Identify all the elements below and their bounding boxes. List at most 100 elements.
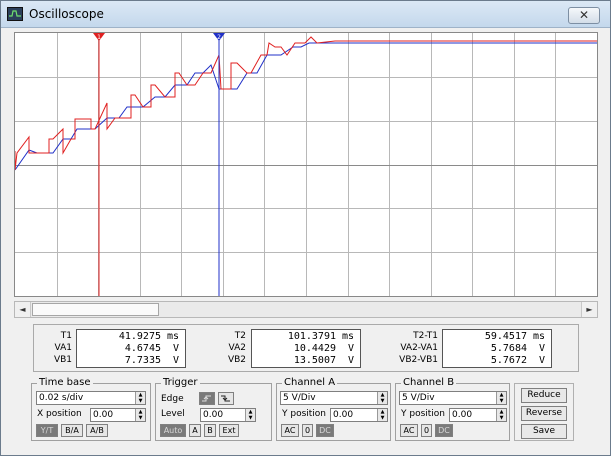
vb1-label: VB1 <box>53 355 72 365</box>
readout-box-1: 41.9275 ms 4.6745 V 7.7335 V <box>76 329 186 368</box>
channel-a-ypos-stepper[interactable]: 0.00 ▲ ▼ <box>330 408 388 422</box>
falling-edge-icon <box>221 395 230 402</box>
channel-b-zero-button[interactable]: 0 <box>421 424 432 437</box>
channel-b-ypos-value: 0.00 <box>452 410 473 420</box>
vb2-unit: V <box>347 355 354 366</box>
vb2-value: 13.5007 <box>293 355 336 366</box>
edge-label: Edge <box>161 394 184 404</box>
ba-button[interactable]: B/A <box>61 424 83 437</box>
trigger-b-button[interactable]: B <box>204 424 216 437</box>
channel-b-scale-value: 5 V/Div <box>402 393 435 403</box>
timebase-title: Time base <box>37 377 93 388</box>
close-button[interactable]: ✕ <box>568 7 600 24</box>
channel-b-ypos-down-button[interactable]: ▼ <box>497 415 506 421</box>
xpos-value: 0.00 <box>93 410 114 420</box>
timebase-group: Time base 0.02 s/div ▲ ▼ X position 0.00 … <box>31 377 151 441</box>
trigger-a-button[interactable]: A <box>189 424 201 437</box>
save-button[interactable]: Save <box>521 424 567 439</box>
xpos-label: X position <box>37 409 82 419</box>
channel-a-scale-value: 5 V/Div <box>283 393 316 403</box>
channel-a-ypos-down-button[interactable]: ▼ <box>378 415 387 421</box>
scope-plot: 1 2 <box>15 33 597 296</box>
channel-a-ypos-value: 0.00 <box>333 410 354 420</box>
channel-b-scale-select[interactable]: 5 V/Div ▲ ▼ <box>399 391 507 405</box>
vb2-label: VB2 <box>227 355 246 365</box>
va2-unit: V <box>347 343 354 354</box>
trigger-group: Trigger Edge Level 0.00 ▲ ▼ Auto A B Ext <box>155 377 272 441</box>
channel-b-dc-button[interactable]: DC <box>435 424 453 437</box>
readout-box-3: 59.4517 ms 5.7684 V 5.7672 V <box>442 329 552 368</box>
va1-unit: V <box>172 343 179 354</box>
t2-t1-value: 59.4517 <box>484 331 527 342</box>
vb1-unit: V <box>172 355 179 366</box>
vb2-vb1-label: VB2-VB1 <box>399 355 438 365</box>
grid <box>15 33 597 296</box>
level-stepper[interactable]: 0.00 ▲ ▼ <box>200 408 256 422</box>
t2-t1-label: T2-T1 <box>413 331 438 341</box>
falling-edge-button[interactable] <box>218 392 234 405</box>
cursor-readout-panel: T1 VA1 VB1 41.9275 ms 4.6745 V 7.7335 V T2 … <box>33 324 579 372</box>
va2-value: 10.4429 <box>293 343 336 354</box>
channel-a-zero-button[interactable]: 0 <box>302 424 313 437</box>
reverse-button[interactable]: Reverse <box>521 406 567 421</box>
va2-va1-unit: V <box>538 343 545 354</box>
ab-button[interactable]: A/B <box>86 424 108 437</box>
oscilloscope-icon <box>7 7 23 21</box>
channel-b-ypos-stepper[interactable]: 0.00 ▲ ▼ <box>449 408 507 422</box>
vb1-value: 7.7335 <box>124 355 161 366</box>
channel-a-title: Channel A <box>282 377 338 388</box>
title-bar[interactable]: Oscilloscope ✕ <box>1 1 610 28</box>
channel-b-title: Channel B <box>401 377 457 388</box>
timebase-value: 0.02 s/div <box>39 393 84 403</box>
reduce-button[interactable]: Reduce <box>521 388 567 403</box>
timebase-down-button[interactable]: ▼ <box>136 398 145 404</box>
t1-label: T1 <box>60 331 72 341</box>
cursor-1-label: 1 <box>97 34 101 41</box>
yt-button[interactable]: Y/T <box>36 424 58 437</box>
t1-unit: ms <box>166 331 179 342</box>
va2-label: VA2 <box>228 343 246 353</box>
channel-b-ypos-label: Y position <box>401 409 446 419</box>
timebase-select[interactable]: 0.02 s/div ▲ ▼ <box>36 391 146 405</box>
rising-edge-icon <box>202 395 211 402</box>
side-buttons-group: Reduce Reverse Save <box>514 383 574 441</box>
channel-a-ac-button[interactable]: AC <box>281 424 299 437</box>
va1-value: 4.6745 <box>124 343 161 354</box>
t1-value: 41.9275 <box>118 331 161 342</box>
scroll-thumb[interactable] <box>32 303 159 316</box>
channel-a-ypos-label: Y position <box>282 409 327 419</box>
client-area: 1 2 ◄ ► T1 VA1 VB1 41.9275 ms 4.6745 V 7.7… <box>6 29 605 451</box>
scroll-left-button[interactable]: ◄ <box>15 302 31 317</box>
trigger-title: Trigger <box>161 377 200 388</box>
cursor-2-label: 2 <box>217 34 221 41</box>
channel-b-group: Channel B 5 V/Div ▲ ▼ Y position 0.00 ▲ ▼ … <box>395 377 510 441</box>
rising-edge-button[interactable] <box>199 392 215 405</box>
channel-a-scale-down-button[interactable]: ▼ <box>378 398 387 404</box>
va2-va1-label: VA2-VA1 <box>400 343 438 353</box>
va1-label: VA1 <box>54 343 72 353</box>
channel-a-dc-button[interactable]: DC <box>316 424 334 437</box>
channel-a-group: Channel A 5 V/Div ▲ ▼ Y position 0.00 ▲ ▼ … <box>276 377 391 441</box>
time-scrollbar[interactable]: ◄ ► <box>14 301 598 318</box>
va2-va1-value: 5.7684 <box>490 343 527 354</box>
channel-a-scale-select[interactable]: 5 V/Div ▲ ▼ <box>280 391 388 405</box>
xpos-stepper[interactable]: 0.00 ▲ ▼ <box>90 408 146 422</box>
window-title: Oscilloscope <box>29 7 104 21</box>
trigger-ext-button[interactable]: Ext <box>219 424 239 437</box>
level-value: 0.00 <box>203 410 224 420</box>
readout-box-2: 101.3791 ms 10.4429 V 13.5007 V <box>251 329 361 368</box>
t2-t1-unit: ms <box>532 331 545 342</box>
t2-label: T2 <box>234 331 246 341</box>
xpos-down-button[interactable]: ▼ <box>136 415 145 421</box>
t2-unit: ms <box>341 331 354 342</box>
level-down-button[interactable]: ▼ <box>246 415 255 421</box>
trigger-auto-button[interactable]: Auto <box>160 424 186 437</box>
channel-b-scale-down-button[interactable]: ▼ <box>497 398 506 404</box>
oscilloscope-window: Oscilloscope ✕ 1 2 ◄ ► T1 VA1 VB1 41.927… <box>0 0 611 456</box>
channel-b-ac-button[interactable]: AC <box>400 424 418 437</box>
scroll-right-button[interactable]: ► <box>581 302 597 317</box>
vb2-vb1-unit: V <box>538 355 545 366</box>
scope-display[interactable]: 1 2 <box>14 32 598 297</box>
vb2-vb1-value: 5.7672 <box>490 355 527 366</box>
level-label: Level <box>161 409 185 419</box>
